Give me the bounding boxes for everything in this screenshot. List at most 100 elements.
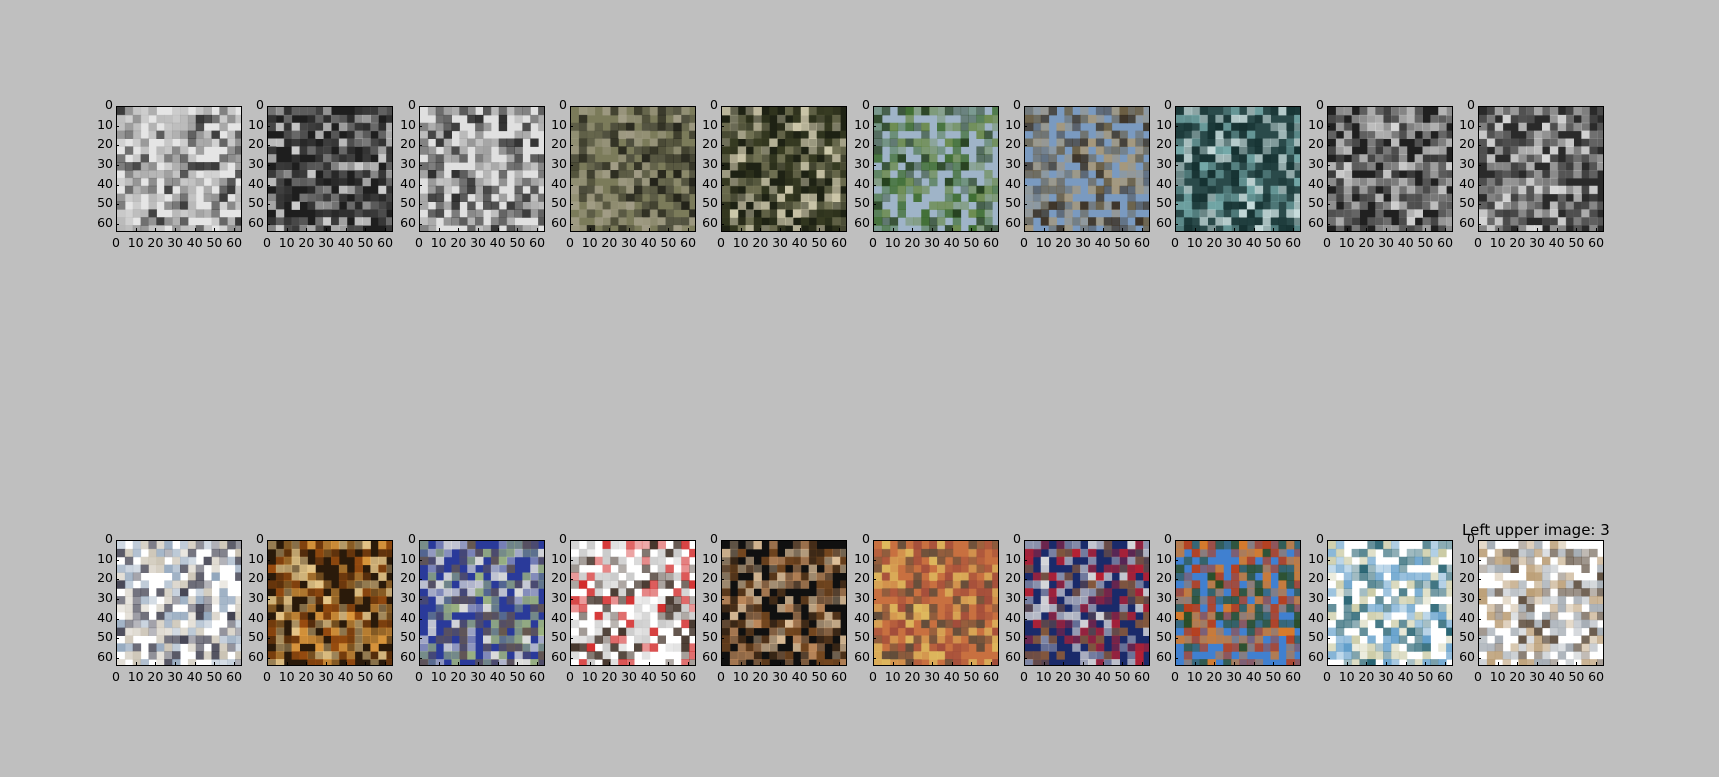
x-tick-mark [517,228,519,231]
x-tick-label: 30 [1378,669,1395,684]
x-tick-mark [971,662,973,665]
y-tick-mark [570,125,573,127]
y-tick-mark [721,559,724,561]
y-tick-mark [1327,540,1330,541]
y-tick-mark [267,145,270,147]
x-tick-mark [1083,662,1085,665]
x-tick-mark [458,228,460,231]
y-tick-mark [570,618,573,620]
y-tick-mark [721,125,724,127]
image-axes [1327,540,1453,666]
y-tick-mark [721,184,724,186]
x-tick-mark [1102,228,1104,231]
x-tick-mark [799,228,801,231]
x-tick-label: 0 [263,235,271,250]
x-tick-mark [517,662,519,665]
y-tick-label: 50 [551,629,567,645]
x-tick-mark [1596,662,1598,665]
x-tick-mark [951,662,953,665]
x-tick-label: 20 [298,669,315,684]
y-tick-mark [1024,204,1027,206]
y-tick-mark [267,559,270,561]
y-tick-label: 60 [97,649,113,665]
x-tick-label: 20 [904,669,921,684]
x-tick-label: 40 [1397,669,1414,684]
y-tick-mark [570,638,573,640]
y-tick-label: 50 [400,629,416,645]
y-tick-label: 40 [400,175,416,191]
y-tick-label: 30 [1308,156,1324,172]
x-tick-label: 0 [566,235,574,250]
x-tick-label: 10 [884,235,901,250]
x-tick-label: 10 [430,235,447,250]
x-tick-label: 0 [1323,235,1331,250]
y-tick-mark [1175,204,1178,206]
y-tick-label: 10 [702,550,718,566]
x-tick-mark [175,228,177,231]
x-tick-label: 60 [680,669,697,684]
x-tick-label: 40 [640,669,657,684]
x-tick-label: 0 [112,235,120,250]
x-tick-label: 30 [1226,669,1243,684]
y-tick-label: 40 [854,175,870,191]
x-tick-label: 60 [529,669,546,684]
x-tick-mark [1425,228,1427,231]
x-tick-label: 0 [1323,669,1331,684]
y-tick-label: 20 [551,570,567,586]
x-tick-mark [306,228,308,231]
x-tick-label: 20 [1206,669,1223,684]
y-tick-label: 0 [559,531,567,546]
thumbnail-image [420,107,544,231]
x-tick-mark [839,228,841,231]
image-axes [116,540,242,666]
y-tick-label: 30 [854,590,870,606]
image-panel-cat-grayscale: 0 10 20 30 40 50 60 0 10 20 30 40 50 60 [97,98,242,248]
y-tick-label: 60 [400,215,416,231]
x-tick-mark [1142,662,1144,665]
x-tick-mark [1234,228,1236,231]
x-tick-mark [306,662,308,665]
x-tick-label: 20 [450,669,467,684]
y-tick-label: 60 [1156,215,1172,231]
y-tick-label: 60 [702,215,718,231]
x-tick-label: 60 [1588,669,1605,684]
x-tick-mark [1214,228,1216,231]
x-tick-label: 50 [1417,235,1434,250]
image-axes [570,106,696,232]
x-tick-mark [912,228,914,231]
x-tick-label: 10 [1489,669,1506,684]
y-tick-mark [116,638,119,640]
image-panel-rocky-path: 0 10 20 30 40 50 60 0 10 20 30 40 50 60 [1005,98,1150,248]
image-grid-figure: 0 10 20 30 40 50 60 0 10 20 30 40 50 60 0 10 20 30 40 50 60 0… [0,0,1719,777]
y-tick-mark [267,224,270,226]
y-tick-label: 0 [408,531,416,546]
x-tick-label: 0 [1171,669,1179,684]
x-tick-mark [267,662,268,665]
x-tick-mark [116,662,117,665]
y-tick-mark [267,165,270,167]
x-tick-mark [1556,662,1558,665]
y-tick-mark [1024,540,1027,541]
y-tick-mark [1478,204,1481,206]
y-tick-mark [419,658,422,660]
y-tick-label: 40 [1005,609,1021,625]
y-tick-label: 0 [862,531,870,546]
y-tick-mark [1175,559,1178,561]
image-axes [267,106,393,232]
x-tick-label: 60 [1588,235,1605,250]
x-tick-mark [234,662,236,665]
thumbnail-image [1328,107,1452,231]
y-tick-label: 20 [248,136,264,152]
x-tick-label: 20 [752,669,769,684]
y-tick-mark [1327,224,1330,226]
image-panel-woman-sari: 0 10 20 30 40 50 60 0 10 20 30 40 50 60 [1156,532,1301,682]
image-axes [1478,106,1604,232]
x-tick-mark [438,228,440,231]
y-tick-mark [1478,599,1481,601]
y-tick-label: 30 [400,590,416,606]
x-tick-mark [1327,228,1328,231]
x-tick-mark [1024,662,1025,665]
x-tick-label: 20 [1055,235,1072,250]
y-tick-mark [570,224,573,226]
image-panel-winter-field: 0 10 20 30 40 50 60 0 10 20 30 40 50 60 [97,532,242,682]
